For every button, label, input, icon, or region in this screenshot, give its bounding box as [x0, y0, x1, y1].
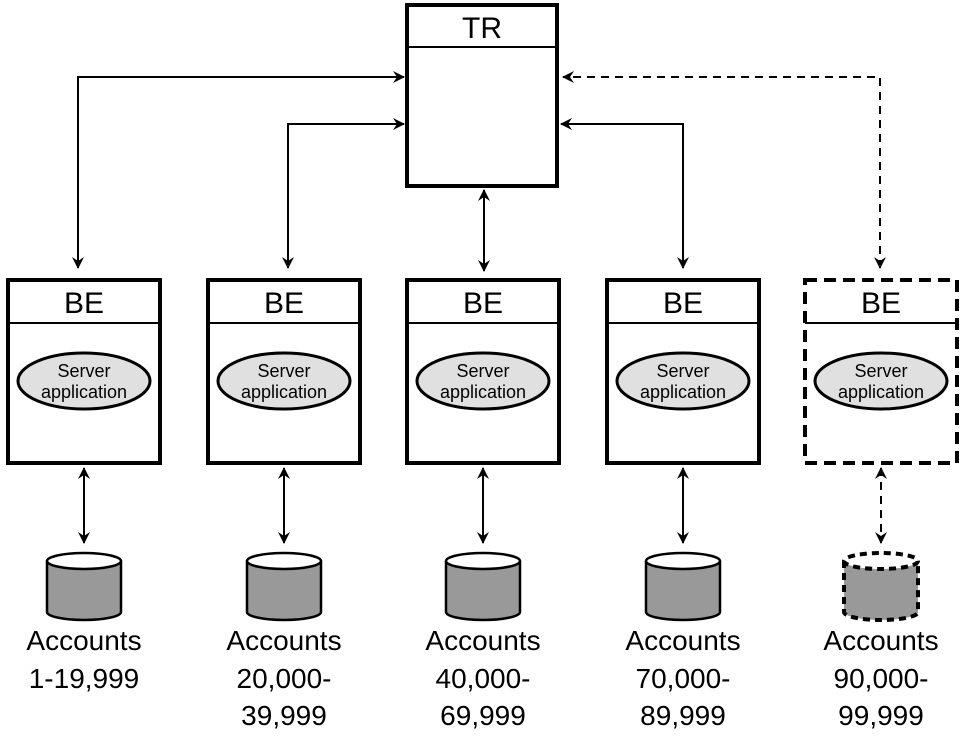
backend-label: BE	[463, 287, 503, 320]
backend-node-5: BE Serverapplication Accounts 90,000- 99,999	[803, 278, 959, 731]
server-application-line2: application	[838, 382, 924, 402]
backend-label: BE	[663, 287, 703, 320]
server-application-line1: Server	[257, 361, 310, 381]
tr-label: TR	[462, 12, 502, 45]
connector-tr-be-5-planned	[562, 71, 886, 269]
account-range-line1: 20,000-	[237, 663, 332, 694]
accounts-label: Accounts	[226, 625, 341, 656]
connector-tr-be-2	[282, 118, 405, 269]
backend-node-1: BE Serverapplication Accounts 1-19,999	[6, 278, 162, 694]
account-range-line2: 99,999	[838, 700, 924, 731]
database-cylinder-planned-icon	[842, 551, 920, 622]
account-range-line1: 70,000-	[636, 663, 731, 694]
database-cylinder-icon	[245, 551, 323, 622]
connector-tr-be-4	[560, 118, 689, 269]
backend-node-4: BE Serverapplication Accounts 70,000- 89,999	[605, 278, 761, 731]
server-application-line1: Server	[57, 361, 110, 381]
backend-label: BE	[64, 287, 104, 320]
database-cylinder-icon	[444, 551, 522, 622]
backend-node-3: BE Serverapplication Accounts 40,000- 69,999	[405, 278, 561, 731]
server-application-line2: application	[41, 382, 127, 402]
backend-node-2: BE Serverapplication Accounts 20,000- 39,999	[206, 278, 362, 731]
connector-tr-be-1	[72, 71, 405, 269]
database-cylinder-icon	[45, 551, 123, 622]
accounts-label: Accounts	[26, 625, 141, 656]
server-application-line1: Server	[456, 361, 509, 381]
tr-node: TR	[405, 3, 559, 188]
backend-label: BE	[861, 287, 901, 320]
account-range-line2: 69,999	[440, 700, 526, 731]
server-application-line1: Server	[656, 361, 709, 381]
accounts-label: Accounts	[823, 625, 938, 656]
account-range-line1: 90,000-	[834, 663, 929, 694]
account-range-line2: 89,999	[640, 700, 726, 731]
account-range-line2: 39,999	[241, 700, 327, 731]
database-cylinder-icon	[644, 551, 722, 622]
diagram: TR BEServerapplicationAccounts1-19,999BE…	[6, 3, 959, 731]
server-application-line2: application	[440, 382, 526, 402]
server-application-line1: Server	[854, 361, 907, 381]
server-application-line2: application	[241, 382, 327, 402]
account-range-line1: 1-19,999	[29, 663, 140, 694]
account-range-line1: 40,000-	[436, 663, 531, 694]
accounts-label: Accounts	[425, 625, 540, 656]
server-application-line2: application	[640, 382, 726, 402]
backend-label: BE	[264, 287, 304, 320]
accounts-label: Accounts	[625, 625, 740, 656]
